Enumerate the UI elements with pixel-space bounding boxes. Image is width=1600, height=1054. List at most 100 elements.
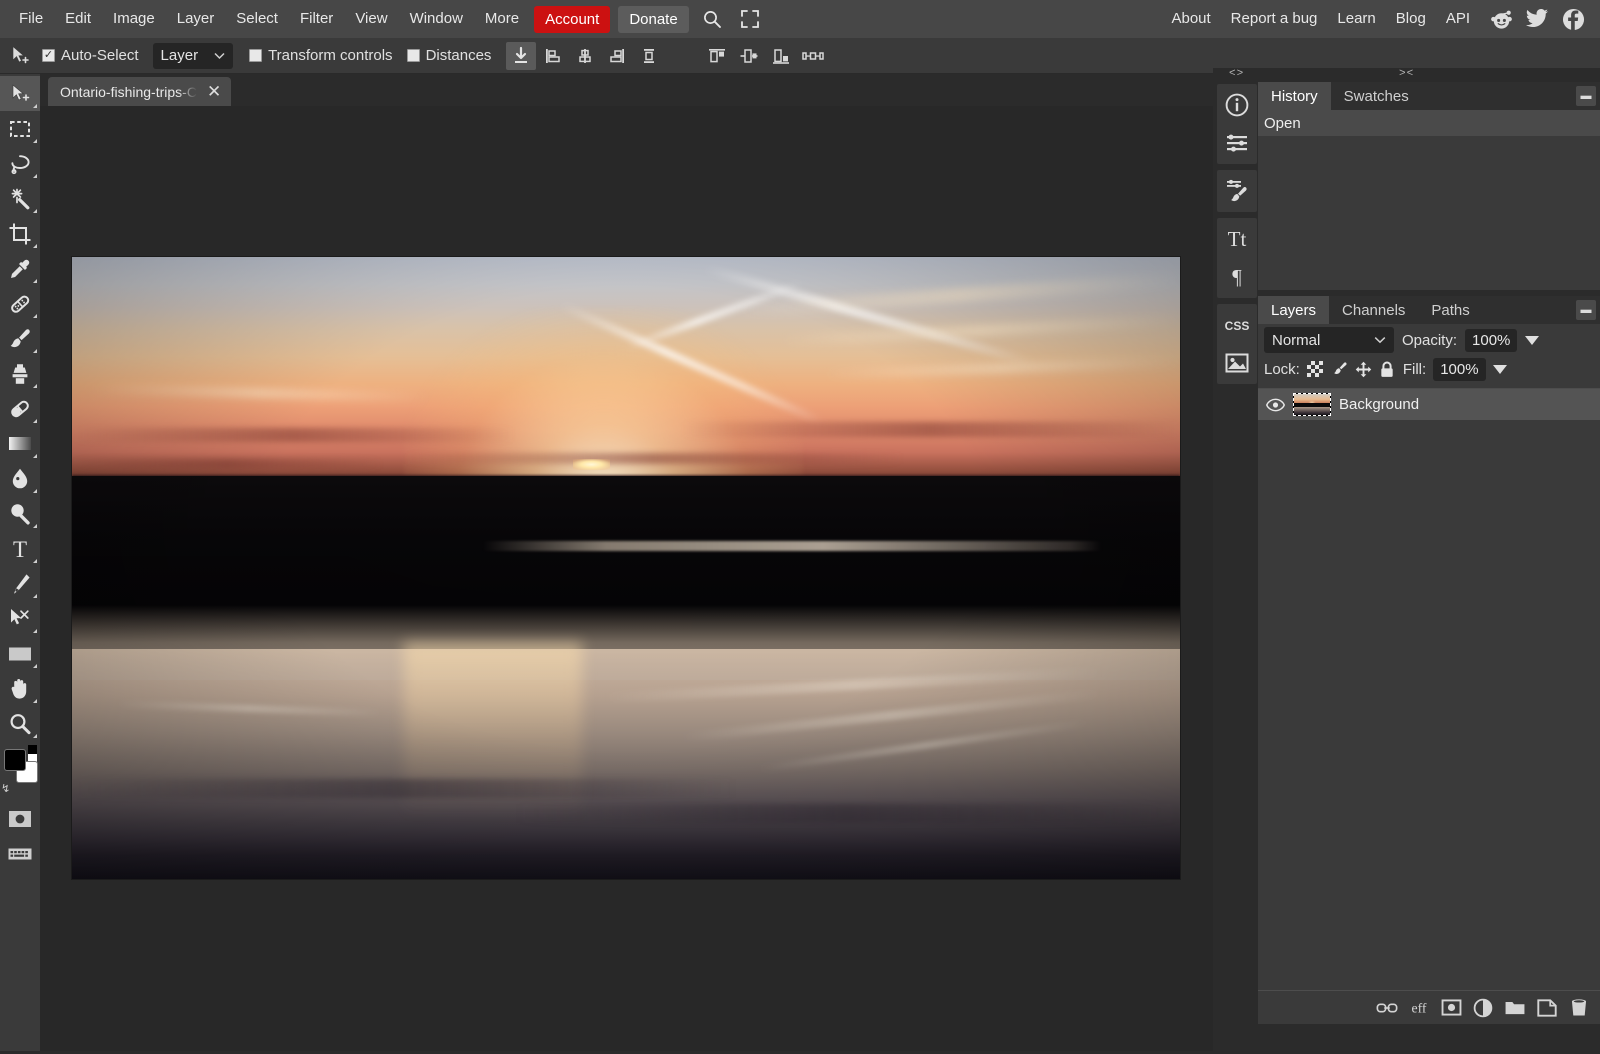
- layer-thumbnail[interactable]: [1293, 393, 1331, 416]
- adjustment-layer-icon[interactable]: [1472, 997, 1494, 1019]
- blend-mode-select[interactable]: Normal: [1264, 327, 1394, 353]
- menu-item-image[interactable]: Image: [102, 5, 166, 33]
- menu-item-blog[interactable]: Blog: [1386, 5, 1436, 33]
- menu-item-learn[interactable]: Learn: [1327, 5, 1385, 33]
- fill-value[interactable]: 100%: [1433, 357, 1486, 381]
- sidebar-item-crop-tool[interactable]: [0, 216, 40, 251]
- eye-icon[interactable]: [1266, 398, 1285, 412]
- donate-button[interactable]: Donate: [618, 5, 689, 33]
- brush-settings-icon[interactable]: [1217, 172, 1257, 210]
- sidebar-item-healing-brush-tool[interactable]: [0, 286, 40, 321]
- history-list[interactable]: Open: [1258, 110, 1600, 290]
- history-item-open[interactable]: Open: [1258, 110, 1600, 136]
- foreground-color-swatch[interactable]: [4, 749, 26, 771]
- layers-panel-menu-icon[interactable]: ▬: [1576, 300, 1596, 320]
- menu-item-more[interactable]: More: [474, 5, 530, 33]
- delete-layer-icon[interactable]: [1568, 997, 1590, 1019]
- align-left-icon[interactable]: [538, 42, 568, 70]
- new-group-icon[interactable]: [1504, 997, 1526, 1019]
- distances-checkbox[interactable]: Distances: [406, 47, 491, 64]
- align-download-icon[interactable]: [506, 41, 537, 70]
- canvas-area[interactable]: [40, 106, 1213, 1052]
- layer-scope-select[interactable]: Layer: [152, 42, 234, 69]
- auto-select-checkbox-box[interactable]: ✓: [42, 49, 55, 62]
- document-canvas[interactable]: [72, 257, 1180, 879]
- document-tab[interactable]: Ontario-fishing-trips-C ✕: [48, 77, 232, 106]
- lock-all-icon[interactable]: [1379, 361, 1396, 378]
- facebook-icon[interactable]: [1558, 4, 1588, 34]
- menu-item-layer[interactable]: Layer: [166, 5, 226, 33]
- sidebar-item-hand-tool[interactable]: [0, 671, 40, 706]
- image-icon[interactable]: [1217, 344, 1257, 382]
- sidebar-item-eyedropper-tool[interactable]: [0, 251, 40, 286]
- align-bottom-icon[interactable]: [766, 42, 796, 70]
- history-panel-menu-icon[interactable]: ▬: [1576, 86, 1596, 106]
- distribute-horizontal-icon[interactable]: [798, 42, 828, 70]
- tab-layers[interactable]: Layers: [1258, 296, 1330, 324]
- menu-item-select[interactable]: Select: [225, 5, 289, 33]
- align-middle-icon[interactable]: [734, 42, 764, 70]
- twitter-icon[interactable]: [1522, 4, 1552, 34]
- menu-item-file[interactable]: File: [8, 5, 54, 33]
- keyboard-icon[interactable]: [0, 836, 40, 871]
- search-icon[interactable]: [696, 4, 728, 34]
- new-layer-icon[interactable]: [1536, 997, 1558, 1019]
- link-layers-icon[interactable]: [1376, 997, 1398, 1019]
- sidebar-item-dodge-tool[interactable]: [0, 496, 40, 531]
- menu-item-window[interactable]: Window: [399, 5, 474, 33]
- css-icon[interactable]: CSS: [1217, 306, 1257, 344]
- layer-row-background[interactable]: Background: [1258, 389, 1600, 420]
- sidebar-item-lasso-tool[interactable]: [0, 146, 40, 181]
- menu-item-api[interactable]: API: [1436, 5, 1480, 33]
- align-right-icon[interactable]: [602, 42, 632, 70]
- sidebar-item-magic-wand-tool[interactable]: [0, 181, 40, 216]
- layer-effects-icon[interactable]: eff: [1408, 997, 1430, 1019]
- sidebar-item-brush-tool[interactable]: [0, 321, 40, 356]
- character-icon[interactable]: Tt: [1217, 220, 1257, 258]
- info-icon[interactable]: [1217, 86, 1257, 124]
- sidebar-item-shape-tool[interactable]: [0, 636, 40, 671]
- sidebar-item-clone-stamp-tool[interactable]: [0, 356, 40, 391]
- align-center-horizontal-icon[interactable]: [570, 42, 600, 70]
- lock-paint-icon[interactable]: [1331, 361, 1348, 378]
- opacity-value[interactable]: 100%: [1465, 328, 1518, 352]
- lock-position-icon[interactable]: [1355, 361, 1372, 378]
- menu-item-report-a-bug[interactable]: Report a bug: [1221, 5, 1328, 33]
- distribute-vertical-icon[interactable]: [634, 42, 664, 70]
- sidebar-item-path-select-tool[interactable]: [0, 601, 40, 636]
- auto-select-checkbox[interactable]: ✓ Auto-Select: [42, 47, 139, 64]
- default-colors-icon[interactable]: [28, 745, 37, 754]
- tab-paths[interactable]: Paths: [1418, 296, 1482, 324]
- transform-controls-checkbox[interactable]: Transform controls: [249, 47, 393, 64]
- add-mask-icon[interactable]: [1440, 997, 1462, 1019]
- menu-item-view[interactable]: View: [344, 5, 398, 33]
- transform-controls-checkbox-box[interactable]: [249, 49, 263, 62]
- opacity-dropdown-icon[interactable]: [1525, 335, 1540, 345]
- fullscreen-icon[interactable]: [734, 4, 766, 34]
- tab-swatches[interactable]: Swatches: [1331, 82, 1422, 110]
- sidebar-item-type-tool[interactable]: T: [0, 531, 40, 566]
- collapse-right-icon[interactable]: ><: [1399, 68, 1414, 80]
- sidebar-item-blur-tool[interactable]: [0, 461, 40, 496]
- swap-colors-icon[interactable]: ↯: [1, 782, 10, 795]
- reddit-icon[interactable]: [1486, 4, 1516, 34]
- distances-checkbox-box[interactable]: [406, 49, 420, 62]
- sidebar-item-marquee-tool[interactable]: [0, 111, 40, 146]
- sidebar-item-gradient-tool[interactable]: [0, 426, 40, 461]
- layer-name[interactable]: Background: [1339, 396, 1419, 413]
- sidebar-item-pen-tool[interactable]: [0, 566, 40, 601]
- sidebar-item-zoom-tool[interactable]: [0, 706, 40, 741]
- sidebar-item-move-tool[interactable]: [0, 76, 40, 111]
- lock-transparency-icon[interactable]: [1307, 361, 1324, 378]
- quick-mask-icon[interactable]: [0, 801, 40, 836]
- menu-item-edit[interactable]: Edit: [54, 5, 102, 33]
- align-top-icon[interactable]: [702, 42, 732, 70]
- tab-channels[interactable]: Channels: [1329, 296, 1418, 324]
- menu-item-filter[interactable]: Filter: [289, 5, 344, 33]
- sidebar-item-eraser-tool[interactable]: [0, 391, 40, 426]
- adjustments-icon[interactable]: [1217, 124, 1257, 162]
- menu-item-about[interactable]: About: [1161, 5, 1220, 33]
- collapse-left-icon[interactable]: <>: [1229, 68, 1244, 80]
- color-swatches[interactable]: ↯: [0, 745, 40, 797]
- fill-dropdown-icon[interactable]: [1492, 364, 1507, 374]
